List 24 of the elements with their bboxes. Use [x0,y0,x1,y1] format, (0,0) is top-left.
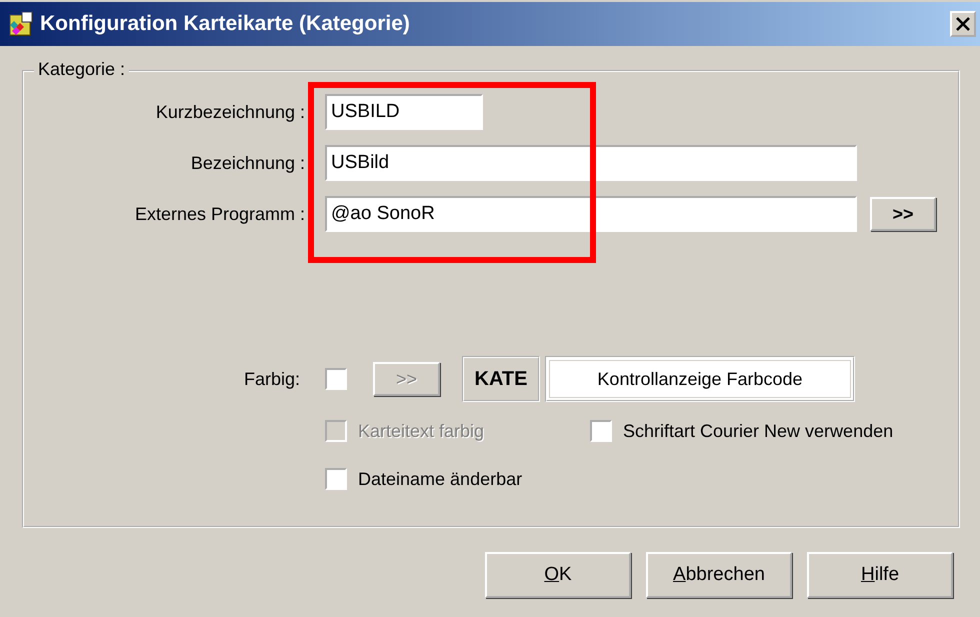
dialog-button[interactable]: Hilfe [807,552,953,598]
field-label: Externes Programm : [134,204,305,224]
dialog-button[interactable]: Abbrechen [646,552,792,598]
field-label: Kurzbezeichnung : [154,102,305,122]
checkbox[interactable] [590,420,612,442]
checkbox-label: Dateiname änderbar [358,468,522,490]
app-icon [8,11,34,37]
checkbox[interactable] [325,468,347,490]
window-title: Konfiguration Karteikarte (Kategorie) [40,12,411,36]
close-icon [956,17,970,31]
dialog-button[interactable]: OK [485,552,631,598]
checkbox[interactable] [325,368,347,390]
text-field[interactable]: USBild [325,145,857,181]
field-label: Bezeichnung : [190,152,305,174]
text-field[interactable]: USBILD [325,94,483,130]
checkbox-label: Schriftart Courier New verwenden [623,420,894,442]
text-field[interactable]: @ao SonoR [325,196,857,232]
close-button[interactable] [950,11,976,37]
code-label: KATE [462,356,540,402]
color-preview: Kontrollanzeige Farbcode [545,356,855,402]
browse-button[interactable]: >> [870,197,936,231]
checkbox-label: Karteitext farbig [358,420,484,442]
group-legend: Kategorie : [34,59,130,80]
colored-label: Farbig: [242,368,300,390]
